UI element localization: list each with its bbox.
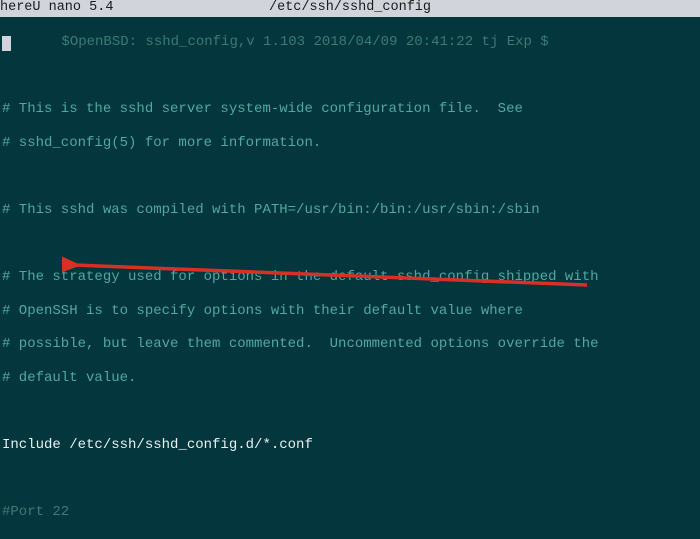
line-14 xyxy=(2,471,700,488)
nano-title-bar: hereU nano 5.4 /etc/ssh/sshd_config xyxy=(0,0,700,17)
line-3: # This is the sshd server system-wide co… xyxy=(2,101,700,118)
line-1: $OpenBSD: sshd_config,v 1.103 2018/04/09… xyxy=(2,34,700,51)
line-8: # The strategy used for options in the d… xyxy=(2,269,700,286)
nano-app-name: U nano 5.4 xyxy=(32,0,113,15)
line-4: # sshd_config(5) for more information. xyxy=(2,135,700,152)
line-10: # possible, but leave them commented. Un… xyxy=(2,336,700,353)
line-11: # default value. xyxy=(2,370,700,387)
cursor-icon xyxy=(2,36,11,51)
line-7 xyxy=(2,235,700,252)
line-6: # This sshd was compiled with PATH=/usr/… xyxy=(2,202,700,219)
line-13-include: Include /etc/ssh/sshd_config.d/*.conf xyxy=(2,437,700,454)
line-5 xyxy=(2,168,700,185)
title-left-fragment: hereU nano 5.4 xyxy=(0,0,113,17)
line-15-port: #Port 22 xyxy=(2,504,700,521)
editor-content[interactable]: $OpenBSD: sshd_config,v 1.103 2018/04/09… xyxy=(0,17,700,539)
line-12 xyxy=(2,403,700,420)
line-9: # OpenSSH is to specify options with the… xyxy=(2,303,700,320)
openbsd-header: $OpenBSD: sshd_config,v 1.103 2018/04/09… xyxy=(61,34,548,50)
line-2 xyxy=(2,67,700,84)
